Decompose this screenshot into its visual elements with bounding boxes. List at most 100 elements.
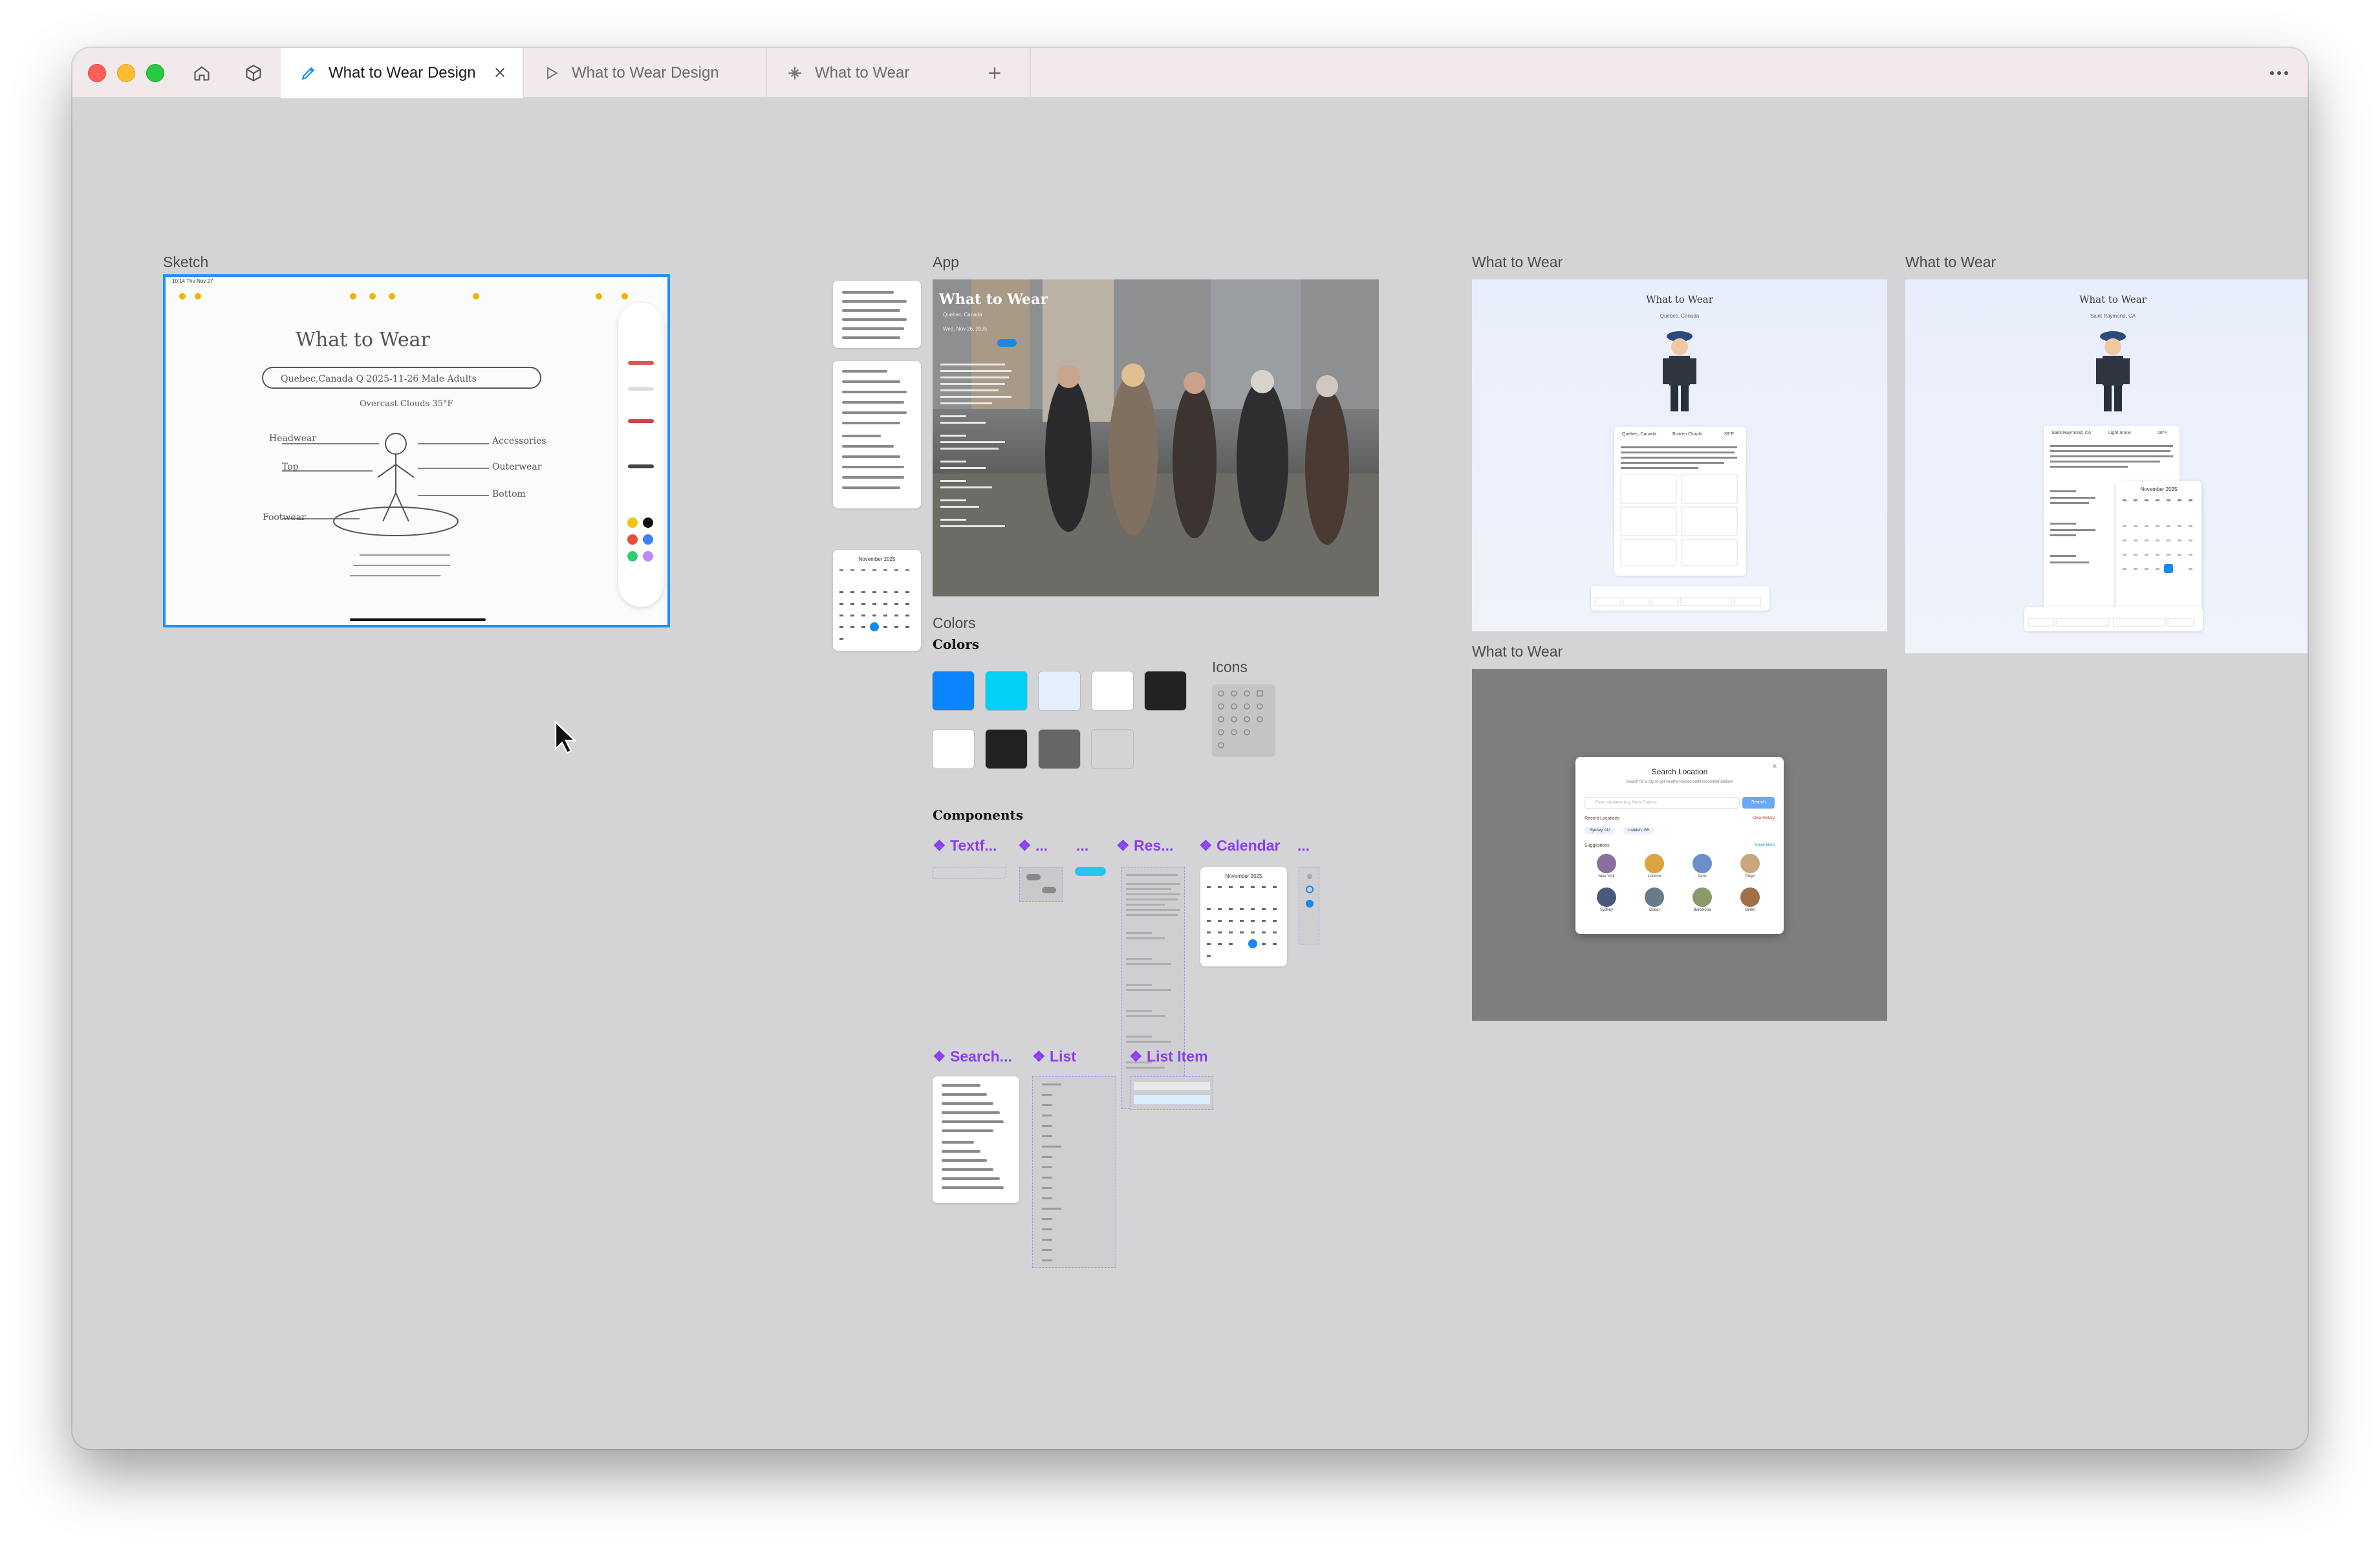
what1-card-location: Quebec, Canada bbox=[1622, 432, 1656, 437]
city-suggestion[interactable]: Dubai bbox=[1641, 887, 1667, 912]
city-suggestion[interactable]: Barcelona bbox=[1689, 887, 1715, 912]
what1-filter-bar[interactable] bbox=[1591, 586, 1769, 611]
app-go-button[interactable] bbox=[997, 339, 1017, 347]
city-avatar bbox=[1597, 887, 1616, 907]
color-swatch[interactable] bbox=[1092, 730, 1133, 768]
city-name: Dubai bbox=[1649, 908, 1660, 912]
calendar-month: November 2025 bbox=[858, 556, 896, 562]
city-avatar bbox=[1693, 854, 1712, 873]
icons-board bbox=[1212, 684, 1275, 757]
cube-icon[interactable] bbox=[241, 60, 266, 86]
component-chip[interactable]: ... bbox=[1076, 837, 1088, 855]
color-swatch[interactable] bbox=[933, 671, 974, 710]
frame-label-what-to-wear-1: What to Wear bbox=[1472, 254, 1563, 270]
city-suggestion[interactable]: Paris bbox=[1689, 854, 1715, 878]
tab-what-to-wear-design[interactable]: What to Wear Design bbox=[281, 48, 524, 98]
city-suggestion[interactable]: Berlin bbox=[1737, 887, 1763, 912]
what2-filter-bar[interactable] bbox=[2024, 607, 2203, 631]
city-name: Tokyo bbox=[1745, 875, 1755, 878]
list-panel-1 bbox=[833, 281, 921, 348]
dialog-title: Search Location bbox=[1651, 767, 1708, 776]
color-swatch[interactable] bbox=[933, 730, 974, 768]
what1-card-temp: 39°F bbox=[1724, 432, 1734, 437]
color-swatch[interactable] bbox=[1039, 671, 1080, 710]
app-title: What to Wear bbox=[939, 291, 1048, 308]
plus-icon[interactable] bbox=[982, 60, 1008, 86]
what1-location: Quebec, Canada bbox=[1660, 313, 1700, 319]
close-window-button[interactable] bbox=[88, 64, 106, 82]
component-toggle[interactable]: ❖ ... bbox=[1018, 837, 1048, 855]
svg-text:Overcast Clouds 35°F: Overcast Clouds 35°F bbox=[360, 399, 453, 409]
frame-label-app: App bbox=[933, 254, 959, 270]
what2-location: Saint Raymond, CA bbox=[2090, 313, 2136, 319]
clear-history-link[interactable]: Clear History bbox=[1752, 816, 1775, 820]
what2-card-weather: Light Snow bbox=[2108, 431, 2131, 435]
app-window: What to Wear Design What to Wear Design … bbox=[72, 48, 2308, 1449]
color-swatch[interactable] bbox=[1039, 730, 1080, 768]
more-icon[interactable] bbox=[2266, 60, 2292, 86]
svg-text:Footwear: Footwear bbox=[263, 512, 306, 523]
search-button[interactable]: Search bbox=[1742, 797, 1775, 809]
prototype-icon bbox=[785, 63, 805, 83]
city-suggestion[interactable]: Tokyo bbox=[1737, 854, 1763, 878]
suggestions-label: Suggestions bbox=[1585, 844, 1610, 848]
what2-calendar-popover[interactable]: November 2025 bbox=[2116, 481, 2202, 611]
tab-label: What to Wear bbox=[815, 64, 910, 82]
location-search-input[interactable]: Enter city name (e.g. Paris, France) bbox=[1585, 797, 1740, 809]
app-outfit-list bbox=[940, 364, 1012, 527]
what-to-wear-frame-1[interactable]: What to Wear Quebec, Canada Quebec, Cana… bbox=[1472, 279, 1887, 631]
calendar-component-preview: November 2025 bbox=[1200, 867, 1287, 966]
city-suggestion[interactable]: New York bbox=[1594, 854, 1619, 878]
component-textfield[interactable]: ❖ Textf... bbox=[933, 837, 997, 855]
component-list-label: List bbox=[1050, 1048, 1076, 1065]
component-list-item[interactable]: ❖ List Item bbox=[1129, 1048, 1208, 1065]
minimize-window-button[interactable] bbox=[117, 64, 135, 82]
city-name: Berlin bbox=[1745, 908, 1755, 912]
component-textfield-label: Textf... bbox=[950, 837, 997, 854]
component-calendar[interactable]: ❖ Calendar bbox=[1199, 837, 1280, 855]
what1-card-weather: Broken Clouds bbox=[1672, 432, 1702, 437]
frame-label-what-to-wear-3: What to Wear bbox=[1472, 643, 1563, 660]
color-swatch[interactable] bbox=[1145, 671, 1186, 710]
what-to-wear-frame-3[interactable]: Search Location ✕ Search for a city to g… bbox=[1472, 669, 1887, 1021]
calendar-component-month: November 2025 bbox=[1225, 873, 1262, 879]
color-swatch[interactable] bbox=[1092, 671, 1133, 710]
svg-text:Top: Top bbox=[282, 462, 299, 472]
sketch-palette bbox=[618, 303, 664, 607]
tab-what-to-wear-design-play[interactable]: What to Wear Design bbox=[524, 48, 767, 98]
color-swatch[interactable] bbox=[986, 730, 1027, 768]
sketch-frame[interactable]: 10:14 Thu Nov 27 What to Wear Quebec,Can… bbox=[163, 274, 670, 627]
dialog-close-icon[interactable]: ✕ bbox=[1772, 763, 1777, 770]
city-suggestion[interactable]: London bbox=[1641, 854, 1667, 878]
app-location: Quebec, Canada bbox=[943, 312, 982, 318]
search-location-dialog: Search Location ✕ Search for a city to g… bbox=[1575, 757, 1784, 934]
mouse-cursor-icon bbox=[554, 721, 576, 754]
what1-title: What to Wear bbox=[1646, 294, 1713, 305]
close-tab-icon[interactable] bbox=[493, 65, 507, 84]
design-canvas[interactable]: Sketch 10:14 Thu Nov 27 What to Wear Que… bbox=[72, 100, 2308, 1449]
what2-calendar-month: November 2025 bbox=[2140, 486, 2178, 492]
what2-title: What to Wear bbox=[2079, 294, 2147, 305]
color-swatch[interactable] bbox=[986, 671, 1027, 710]
recent-chip-1[interactable]: Sydney, AU bbox=[1585, 827, 1615, 834]
home-icon[interactable] bbox=[189, 60, 215, 86]
app-frame[interactable]: What to Wear Quebec, Canada Wed, Nov 26,… bbox=[933, 279, 1379, 596]
recent-chip-2[interactable]: London, GB bbox=[1623, 827, 1655, 834]
city-name: Barcelona bbox=[1693, 908, 1711, 912]
list-item-component-preview bbox=[1130, 1076, 1213, 1110]
component-result[interactable]: ❖ Res... bbox=[1116, 837, 1173, 855]
city-suggestion[interactable]: Sydney bbox=[1594, 887, 1619, 912]
tab-label: What to Wear Design bbox=[572, 64, 719, 82]
svg-text:Outerwear: Outerwear bbox=[492, 462, 542, 472]
component-search[interactable]: ❖ Search... bbox=[933, 1048, 1012, 1065]
svg-text:Bottom: Bottom bbox=[492, 489, 526, 499]
more-component-preview bbox=[1299, 867, 1319, 944]
tab-label: What to Wear Design bbox=[329, 64, 476, 82]
list-panel-2 bbox=[833, 361, 921, 508]
what-to-wear-frame-2[interactable]: What to Wear Saint Raymond, CA Saint Ray… bbox=[1905, 279, 2308, 653]
zoom-window-button[interactable] bbox=[146, 64, 164, 82]
component-list[interactable]: ❖ List bbox=[1032, 1048, 1076, 1065]
show-more-link[interactable]: Show More bbox=[1755, 844, 1775, 847]
frame-label-what-to-wear-2: What to Wear bbox=[1905, 254, 1996, 270]
component-more[interactable]: ... bbox=[1297, 837, 1310, 855]
